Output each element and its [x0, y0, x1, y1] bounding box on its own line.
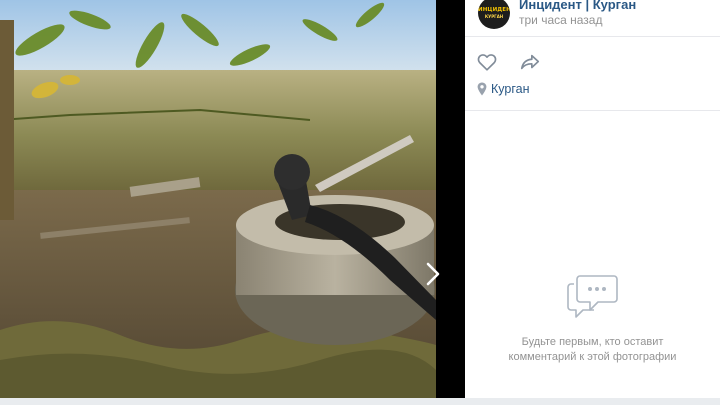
comment-bubble-icon: [566, 275, 618, 318]
bottom-strip: [0, 398, 720, 405]
empty-comments-line-2: комментарий к этой фотографии: [508, 351, 677, 363]
share-icon: [520, 54, 540, 70]
avatar-logo-text: ИНЦИДЕНТ: [478, 7, 510, 13]
next-photo-button[interactable]: [420, 258, 446, 290]
post-header: ИНЦИДЕНТ КУРГАН Инцидент | Курган три ча…: [465, 0, 720, 37]
post-actions: Курган: [465, 37, 720, 111]
photo-area: [0, 0, 465, 405]
location-link[interactable]: Курган: [477, 81, 529, 97]
location-label: Курган: [491, 82, 530, 96]
empty-comments-line-1: Будьте первым, кто оставит: [521, 336, 664, 348]
post-time[interactable]: три часа назад: [519, 13, 602, 27]
post-photo: [0, 0, 436, 405]
like-button[interactable]: [476, 51, 498, 73]
chevron-right-icon: [426, 262, 440, 286]
empty-comments: Будьте первым, кто оставит комментарий к…: [465, 270, 720, 365]
share-button[interactable]: [519, 51, 541, 73]
photo-viewer: ИНЦИДЕНТ КУРГАН Инцидент | Курган три ча…: [0, 0, 720, 405]
avatar[interactable]: ИНЦИДЕНТ КУРГАН: [478, 0, 510, 29]
avatar-logo-subtext: КУРГАН: [484, 14, 504, 19]
location-pin-icon: [477, 82, 487, 96]
side-panel: ИНЦИДЕНТ КУРГАН Инцидент | Курган три ча…: [465, 0, 720, 398]
heart-icon: [477, 54, 497, 71]
group-name-link[interactable]: Инцидент | Курган: [519, 0, 636, 12]
empty-comments-text: Будьте первым, кто оставит комментарий к…: [465, 335, 720, 365]
